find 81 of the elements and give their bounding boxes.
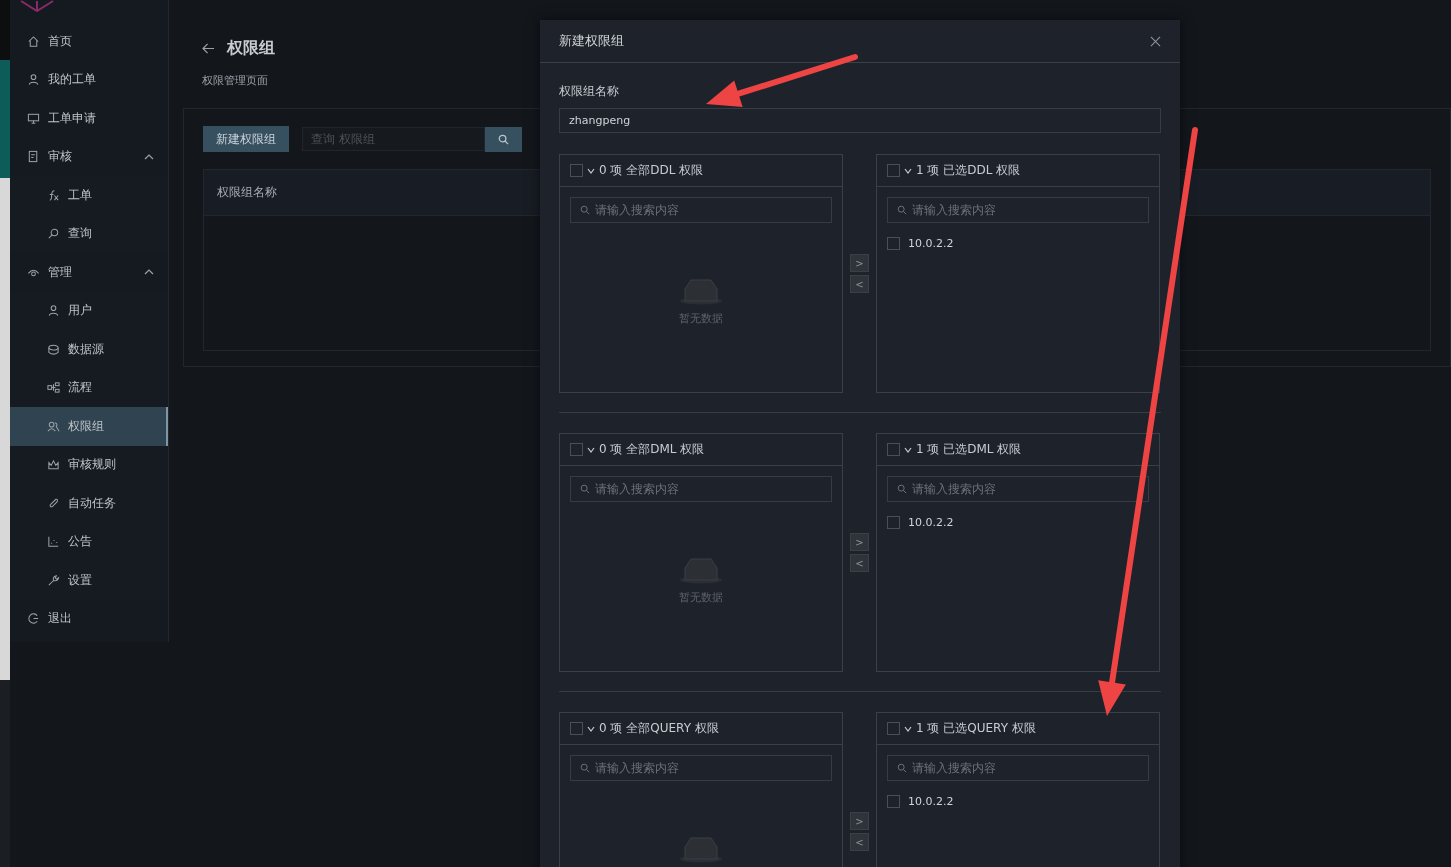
move-button[interactable]: < <box>850 275 869 293</box>
search-icon <box>897 205 907 215</box>
panel-header: 0 项 全部DML 权限 <box>599 441 705 458</box>
people-icon <box>47 419 60 433</box>
sidebar-item[interactable]: 管理 <box>10 253 168 292</box>
chevron-down-icon[interactable] <box>904 167 912 174</box>
search-icon <box>580 205 590 215</box>
checkbox[interactable] <box>887 443 900 456</box>
home-icon <box>27 34 40 48</box>
checkbox[interactable] <box>887 795 900 808</box>
search-button[interactable] <box>485 126 522 152</box>
field-label: 权限组名称 <box>559 83 620 100</box>
empty-box-icon <box>679 837 723 863</box>
database-icon <box>47 342 60 356</box>
chevron-down-icon[interactable] <box>587 446 595 453</box>
empty-box-icon <box>679 279 723 305</box>
function-icon <box>47 188 60 202</box>
move-button[interactable]: < <box>850 833 869 851</box>
checkbox[interactable] <box>570 443 583 456</box>
panel-header: 0 项 全部QUERY 权限 <box>599 720 719 737</box>
close-icon[interactable] <box>1150 35 1161 47</box>
logo-icon <box>20 0 54 12</box>
search-icon <box>897 763 907 773</box>
logout-icon <box>27 612 40 626</box>
empty-text: 暂无数据 <box>679 311 723 326</box>
document-icon <box>27 150 40 164</box>
search-field[interactable]: 请输入搜索内容 <box>570 755 832 781</box>
column-header: 权限组名称 <box>217 184 277 201</box>
checkbox[interactable] <box>887 722 900 735</box>
wrench-icon <box>47 573 60 587</box>
chevron-down-icon[interactable] <box>904 446 912 453</box>
flow-icon <box>47 381 60 395</box>
chevron-down-icon[interactable] <box>587 725 595 732</box>
chevron-down-icon[interactable] <box>587 167 595 174</box>
sidebar-item[interactable]: 我的工单 <box>10 60 168 99</box>
checkbox[interactable] <box>570 164 583 177</box>
search-field[interactable]: 请输入搜索内容 <box>887 476 1149 502</box>
search-icon <box>580 763 590 773</box>
chevron-down-icon[interactable] <box>904 725 912 732</box>
checkbox[interactable] <box>887 516 900 529</box>
dialog-title: 新建权限组 <box>559 32 624 50</box>
empty-text: 暂无数据 <box>679 590 723 605</box>
search-field[interactable]: 请输入搜索内容 <box>887 197 1149 223</box>
move-button[interactable]: > <box>850 812 869 830</box>
panel-header: 1 项 已选QUERY 权限 <box>916 720 1036 737</box>
move-button[interactable]: < <box>850 554 869 572</box>
monitor-icon <box>27 111 40 125</box>
sidebar-item[interactable]: 首页 <box>10 22 168 61</box>
sidebar-item[interactable]: 审核 <box>10 137 168 176</box>
back-arrow-icon[interactable] <box>202 43 215 54</box>
list-item-label: 10.0.2.2 <box>908 237 954 250</box>
search-field[interactable]: 请输入搜索内容 <box>887 755 1149 781</box>
panel-header: 1 项 已选DML 权限 <box>916 441 1022 458</box>
checkbox[interactable] <box>887 237 900 250</box>
search-field[interactable]: 请输入搜索内容 <box>570 197 832 223</box>
empty-box-icon <box>679 558 723 584</box>
move-button[interactable]: > <box>850 533 869 551</box>
person-icon <box>47 304 60 318</box>
page-title: 权限组 <box>227 38 275 59</box>
list-item-label: 10.0.2.2 <box>908 516 954 529</box>
sidebar-item[interactable]: 工单申请 <box>10 99 168 138</box>
search-field[interactable]: 请输入搜索内容 <box>570 476 832 502</box>
list-item-label: 10.0.2.2 <box>908 795 954 808</box>
search-icon <box>897 484 907 494</box>
name-field[interactable]: zhangpeng <box>559 108 1161 133</box>
paperclip-icon <box>47 496 60 510</box>
search-icon <box>47 227 60 241</box>
person-icon <box>27 73 40 87</box>
checkbox[interactable] <box>887 164 900 177</box>
sidebar-item[interactable]: 权限组 <box>10 407 168 446</box>
sidebar-item[interactable]: 退出 <box>10 599 168 638</box>
panel-header: 1 项 已选DDL 权限 <box>916 162 1021 179</box>
page-subtitle: 权限管理页面 <box>201 73 269 88</box>
new-group-button[interactable]: 新建权限组 <box>203 126 289 152</box>
move-button[interactable]: > <box>850 254 869 272</box>
search-icon <box>498 133 509 145</box>
checkbox[interactable] <box>570 722 583 735</box>
search-icon <box>580 484 590 494</box>
panel-header: 0 项 全部DDL 权限 <box>599 162 704 179</box>
chart-icon <box>47 535 60 549</box>
crown-icon <box>47 458 60 472</box>
